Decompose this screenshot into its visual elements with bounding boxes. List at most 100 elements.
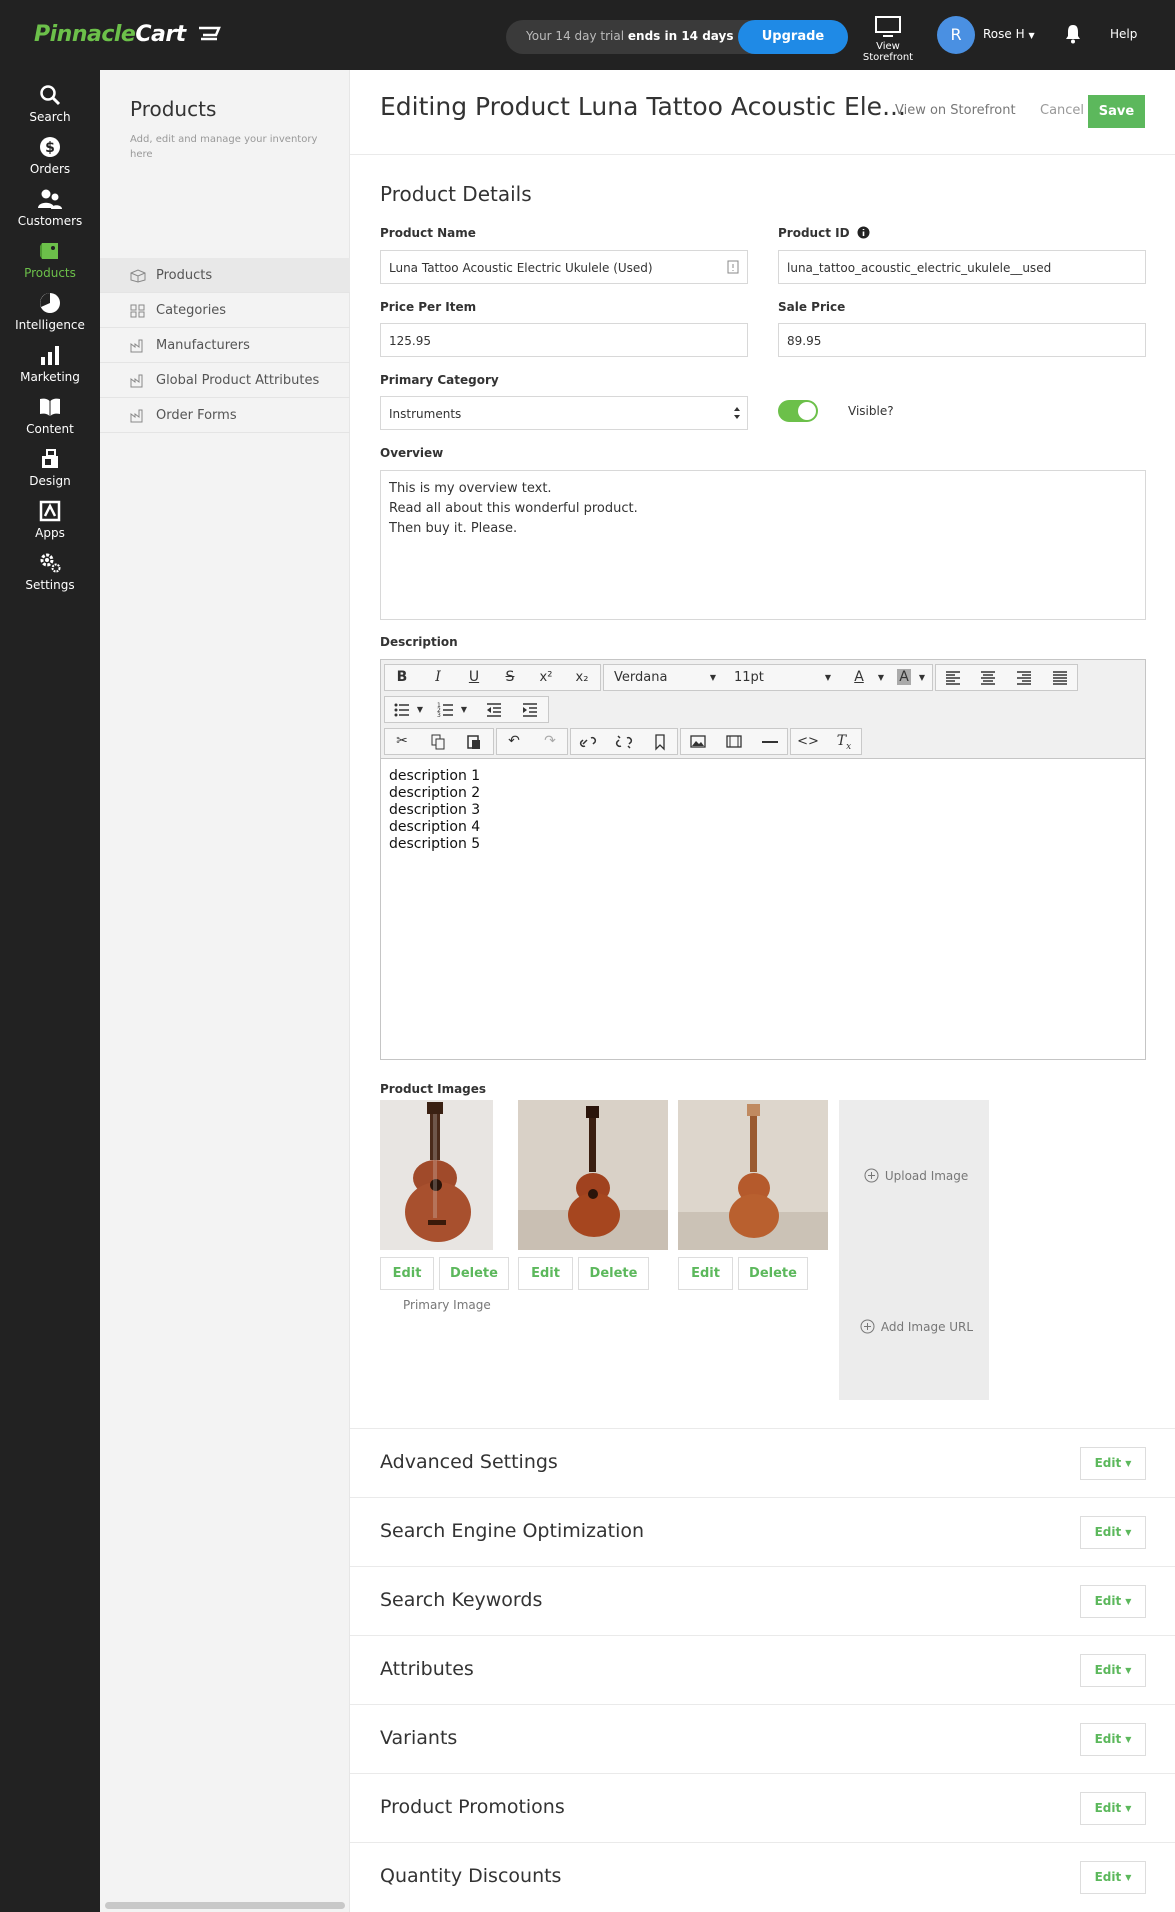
align-center-icon[interactable] xyxy=(973,665,1003,690)
section-quantity-discounts[interactable]: Quantity Discounts Edit ▼ xyxy=(350,1842,1175,1911)
edit-image-button[interactable]: Edit xyxy=(518,1257,573,1290)
sidebar-item-manufacturers[interactable]: Manufacturers xyxy=(100,328,350,363)
save-button[interactable]: Save xyxy=(1088,95,1145,128)
edit-dropdown-button[interactable]: Edit ▼ xyxy=(1080,1447,1146,1480)
clear-formatting-icon[interactable]: Tx xyxy=(829,729,859,754)
sale-price-input[interactable]: 89.95 xyxy=(778,323,1146,357)
nav-marketing[interactable]: Marketing xyxy=(0,344,100,384)
pinnaclecart-logo[interactable]: PinnacleCart xyxy=(34,22,221,47)
nav-content[interactable]: Content xyxy=(0,396,100,436)
code-button-group: <> Tx xyxy=(790,728,862,755)
code-icon[interactable]: <> xyxy=(793,729,823,754)
font-family-select[interactable]: Verdana ▼ xyxy=(604,665,724,690)
background-color-icon[interactable]: A xyxy=(897,669,911,685)
copy-icon[interactable] xyxy=(423,729,453,754)
logo-text-cart: Cart xyxy=(135,22,186,47)
cut-icon[interactable]: ✂ xyxy=(387,729,417,754)
bookmark-icon[interactable] xyxy=(645,729,675,754)
edit-dropdown-button[interactable]: Edit ▼ xyxy=(1080,1861,1146,1894)
section-product-promotions[interactable]: Product Promotions Edit ▼ xyxy=(350,1773,1175,1842)
product-images-label: Product Images xyxy=(380,1082,487,1096)
sidebar-item-categories[interactable]: Categories xyxy=(100,293,350,328)
edit-dropdown-button[interactable]: Edit ▼ xyxy=(1080,1585,1146,1618)
caret-down-icon[interactable]: ▼ xyxy=(411,697,429,722)
upload-image-link[interactable]: Upload Image xyxy=(864,1168,968,1183)
product-image-2[interactable] xyxy=(518,1100,668,1250)
superscript-icon[interactable]: x² xyxy=(531,665,561,690)
nav-customers[interactable]: Customers xyxy=(0,188,100,228)
edit-image-button[interactable]: Edit xyxy=(380,1257,434,1290)
indent-icon[interactable] xyxy=(515,697,545,722)
strikethrough-icon[interactable]: S xyxy=(495,665,525,690)
nav-products[interactable]: Products xyxy=(0,240,100,280)
delete-image-button[interactable]: Delete xyxy=(439,1257,509,1290)
underline-icon[interactable]: U xyxy=(459,665,489,690)
media-icon[interactable] xyxy=(719,729,749,754)
align-right-icon[interactable] xyxy=(1009,665,1039,690)
nav-search[interactable]: Search xyxy=(0,84,100,124)
editor-body[interactable]: description 1 description 2 description … xyxy=(389,768,480,853)
cancel-button[interactable]: Cancel xyxy=(1040,103,1084,118)
align-justify-icon[interactable] xyxy=(1045,665,1075,690)
subscript-icon[interactable]: x₂ xyxy=(567,665,597,690)
avatar[interactable]: R xyxy=(937,16,975,54)
view-on-storefront-link[interactable]: View on Storefront xyxy=(895,103,1016,118)
align-left-icon[interactable] xyxy=(938,665,968,690)
caret-down-icon[interactable]: ▼ xyxy=(455,697,473,722)
main-content: Editing Product Luna Tattoo Acoustic Ele… xyxy=(350,70,1175,1912)
nav-design[interactable]: Design xyxy=(0,448,100,488)
price-input[interactable]: 125.95 xyxy=(380,323,748,357)
primary-category-select[interactable]: Instruments xyxy=(380,396,748,430)
italic-icon[interactable]: I xyxy=(423,665,453,690)
paste-icon[interactable] xyxy=(459,729,489,754)
edit-dropdown-button[interactable]: Edit ▼ xyxy=(1080,1792,1146,1825)
undo-icon[interactable]: ↶ xyxy=(499,729,529,754)
overview-textarea[interactable]: This is my overview text. Read all about… xyxy=(380,470,1146,620)
delete-image-button[interactable]: Delete xyxy=(738,1257,808,1290)
nav-orders[interactable]: $ Orders xyxy=(0,136,100,176)
bell-icon[interactable] xyxy=(1064,24,1082,44)
sidebar-item-label: Global Product Attributes xyxy=(156,373,320,388)
user-menu[interactable]: Rose H ▼ xyxy=(983,27,1035,41)
product-id-input[interactable]: luna_tattoo_acoustic_electric_ukulele__u… xyxy=(778,250,1146,284)
upgrade-button[interactable]: Upgrade xyxy=(738,20,848,54)
edit-dropdown-button[interactable]: Edit ▼ xyxy=(1080,1723,1146,1756)
user-name: Rose H xyxy=(983,27,1025,41)
product-image-1[interactable] xyxy=(380,1100,493,1250)
bold-icon[interactable]: B xyxy=(387,665,417,690)
nav-marketing-label: Marketing xyxy=(20,370,80,384)
nav-orders-label: Orders xyxy=(29,162,71,176)
logo-text-pinnacle: Pinnacle xyxy=(34,22,136,47)
section-search-keywords[interactable]: Search Keywords Edit ▼ xyxy=(350,1566,1175,1635)
caret-down-icon[interactable]: ▼ xyxy=(911,665,933,690)
product-image-3[interactable] xyxy=(678,1100,828,1250)
info-icon[interactable] xyxy=(857,226,870,239)
section-advanced-settings[interactable]: Advanced Settings Edit ▼ xyxy=(350,1428,1175,1497)
horizontal-scrollbar[interactable] xyxy=(105,1902,345,1909)
help-link[interactable]: Help xyxy=(1110,27,1137,41)
redo-icon[interactable]: ↷ xyxy=(535,729,565,754)
link-icon[interactable] xyxy=(573,729,603,754)
sidebar-item-order-forms[interactable]: Order Forms xyxy=(100,398,350,433)
section-variants[interactable]: Variants Edit ▼ xyxy=(350,1704,1175,1773)
delete-image-button[interactable]: Delete xyxy=(578,1257,649,1290)
nav-apps[interactable]: Apps xyxy=(0,500,100,540)
image-icon[interactable] xyxy=(683,729,713,754)
edit-dropdown-button[interactable]: Edit ▼ xyxy=(1080,1654,1146,1687)
edit-dropdown-button[interactable]: Edit ▼ xyxy=(1080,1516,1146,1549)
section-attributes[interactable]: Attributes Edit ▼ xyxy=(350,1635,1175,1704)
sidebar-item-products[interactable]: Products xyxy=(100,258,350,293)
nav-intelligence[interactable]: Intelligence xyxy=(0,292,100,332)
edit-image-button[interactable]: Edit xyxy=(678,1257,733,1290)
nav-settings[interactable]: Settings xyxy=(0,552,100,592)
font-size-select[interactable]: 11pt ▼ xyxy=(724,665,839,690)
add-image-url-link[interactable]: Add Image URL xyxy=(860,1319,973,1334)
visible-toggle[interactable] xyxy=(778,400,818,422)
view-storefront-button[interactable]: View Storefront xyxy=(852,16,924,63)
horizontal-rule-icon[interactable] xyxy=(755,729,785,754)
section-seo[interactable]: Search Engine Optimization Edit ▼ xyxy=(350,1497,1175,1566)
unlink-icon[interactable] xyxy=(609,729,639,754)
outdent-icon[interactable] xyxy=(479,697,509,722)
sidebar-item-global-attributes[interactable]: Global Product Attributes xyxy=(100,363,350,398)
product-name-input[interactable]: Luna Tattoo Acoustic Electric Ukulele (U… xyxy=(380,250,748,284)
